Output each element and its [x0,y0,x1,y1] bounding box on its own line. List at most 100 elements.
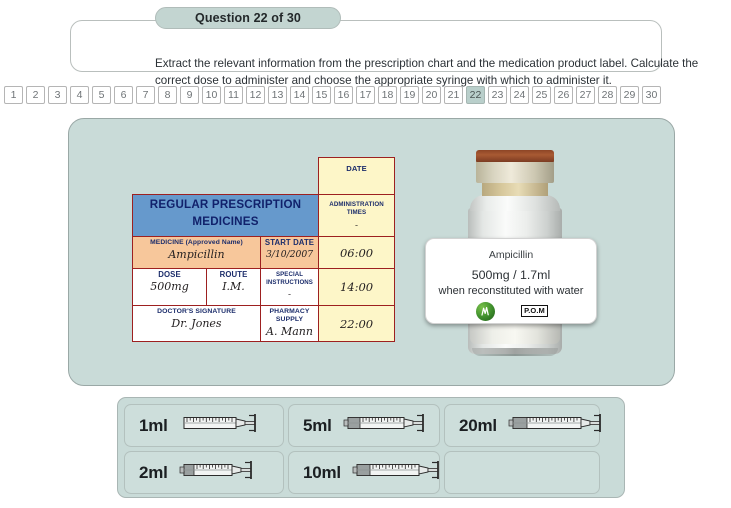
syringe-option-label: 5ml [303,415,332,435]
medicine-value: Ampicillin [168,248,225,261]
vial-shoulder [470,195,560,211]
pager-button-19[interactable]: 19 [400,86,419,104]
dose-cell: DOSE 500mg [132,268,207,306]
table-row: REGULAR PRESCRIPTION MEDICINES ADMINISTR… [131,194,396,237]
administration-times-label: ADMINISTRATION TIMES [329,201,384,216]
start-date-label: START DATE [264,238,315,247]
syringe-option-10ml[interactable]: 10ml [288,451,440,494]
pager-button-15[interactable]: 15 [312,86,331,104]
syringe-option-20ml[interactable]: 20ml [444,404,601,447]
start-date-cell: START DATE 3/10/2007 [259,236,320,269]
table-row: MEDICINE (Approved Name) Ampicillin STAR… [132,236,396,269]
vial-base-shadow [472,348,558,356]
question-pager: 1 2 3 4 5 6 7 8 9 10 11 12 13 14 15 16 17 18 19 20 21 22 23 24 2… [4,86,661,104]
vial-cap-collar [476,161,554,183]
date-header-cell: DATE [318,157,396,195]
pharmacy-supply-cell: PHARMACY SUPPLY A. Mann [259,305,320,342]
special-instructions-label-line1: SPECIAL [275,271,304,278]
dose-value: 500mg [150,280,189,293]
pager-button-30[interactable]: 30 [642,86,661,104]
pharmacy-supply-label: PHARMACY SUPPLY [269,308,310,323]
route-label: ROUTE [219,270,248,279]
syringe-option-2ml[interactable]: 2ml [124,451,284,494]
syringe-icon [176,410,262,441]
route-cell: ROUTE I.M. [206,268,261,306]
syringe-option-label: 10ml [303,462,341,482]
administration-time-cell: 06:00 [318,236,396,269]
syringe-options-grid: 1ml 5ml 20ml 2ml 10ml [124,404,618,494]
pager-button-24[interactable]: 24 [510,86,529,104]
syringe-option-label: 2ml [139,462,168,482]
label-drug-name: Ampicillin [488,249,534,261]
medication-product-label: Ampicillin 500mg / 1.7ml when reconstitu… [425,238,597,324]
pager-button-27[interactable]: 27 [576,86,595,104]
chart-main-header-line1: REGULAR PRESCRIPTION [149,198,302,211]
doctors-signature-cell: DOCTOR'S SIGNATURE Dr. Jones [132,305,261,342]
question-instruction-text: Extract the relevant information from th… [155,57,699,87]
vial-neck-seal [482,182,548,196]
syringe-option-label: 1ml [139,415,168,435]
pager-button-29[interactable]: 29 [620,86,639,104]
pager-button-20[interactable]: 20 [422,86,441,104]
prescription-chart-table: DATE REGULAR PRESCRIPTION MEDICINES ADMI… [131,157,396,342]
syringe-icon [176,457,260,488]
pager-button-26[interactable]: 26 [554,86,573,104]
table-row: DOCTOR'S SIGNATURE Dr. Jones PHARMACY SU… [132,305,396,342]
pager-button-11[interactable]: 11 [224,86,243,104]
syringe-option-5ml[interactable]: 5ml [288,404,440,447]
pager-button-6[interactable]: 6 [114,86,133,104]
pager-button-16[interactable]: 16 [334,86,353,104]
dose-label: DOSE [158,270,181,279]
pager-button-4[interactable]: 4 [70,86,89,104]
doctors-signature-label: DOCTOR'S SIGNATURE [157,308,236,315]
vial-cap-top [476,150,554,162]
medicine-label: MEDICINE (Approved Name) [150,239,243,246]
green-leaf-logo-icon [476,301,496,321]
route-value: I.M. [222,280,245,293]
pager-button-1[interactable]: 1 [4,86,23,104]
special-instructions-cell: SPECIAL INSTRUCTIONS - [259,268,320,306]
syringe-icon [340,410,436,441]
pager-button-8[interactable]: 8 [158,86,177,104]
pager-button-23[interactable]: 23 [488,86,507,104]
syringe-options-panel: 1ml 5ml 20ml 2ml 10ml [117,397,625,498]
syringe-icon [505,410,617,441]
start-date-value: 3/10/2007 [265,249,314,260]
pager-button-13[interactable]: 13 [268,86,287,104]
syringe-icon [349,457,453,488]
pager-button-25[interactable]: 25 [532,86,551,104]
syringe-option-empty [444,451,600,494]
special-instructions-value: - [287,290,292,300]
pager-button-10[interactable]: 10 [202,86,221,104]
pager-button-14[interactable]: 14 [290,86,309,104]
chart-main-header-line2: MEDICINES [192,215,259,228]
label-footer: P.O.M [426,299,598,323]
pom-badge: P.O.M [521,305,548,317]
administration-times-cell: ADMINISTRATION TIMES - [318,194,396,237]
label-strength: 500mg / 1.7ml [471,268,551,282]
administration-time-cell: 14:00 [318,268,396,306]
pager-button-28[interactable]: 28 [598,86,617,104]
pager-button-22[interactable]: 22 [466,86,485,104]
syringe-option-label: 20ml [459,415,497,435]
pager-button-21[interactable]: 21 [444,86,463,104]
special-instructions-label-line2: INSTRUCTIONS [266,279,313,286]
pager-button-5[interactable]: 5 [92,86,111,104]
pager-button-17[interactable]: 17 [356,86,375,104]
pager-button-7[interactable]: 7 [136,86,155,104]
chart-main-header-cell: REGULAR PRESCRIPTION MEDICINES [131,194,320,237]
doctors-signature-value: Dr. Jones [171,317,222,330]
question-counter-tab: Question 22 of 30 [155,7,341,29]
chart-spacer-cell [133,158,319,195]
pager-button-12[interactable]: 12 [246,86,265,104]
pager-button-9[interactable]: 9 [180,86,199,104]
syringe-option-1ml[interactable]: 1ml [124,404,284,447]
pager-button-3[interactable]: 3 [48,86,67,104]
pharmacy-supply-value: A. Mann [266,325,313,338]
pager-button-2[interactable]: 2 [26,86,45,104]
pager-button-18[interactable]: 18 [378,86,397,104]
table-row: DOSE 500mg ROUTE I.M. SPECIAL INSTRUCTIO… [132,268,396,306]
label-reconstitution-note: when reconstituted with water [438,285,584,297]
administration-time-cell: 22:00 [318,305,396,342]
question-header-panel: Extract the relevant information from th… [70,20,698,87]
